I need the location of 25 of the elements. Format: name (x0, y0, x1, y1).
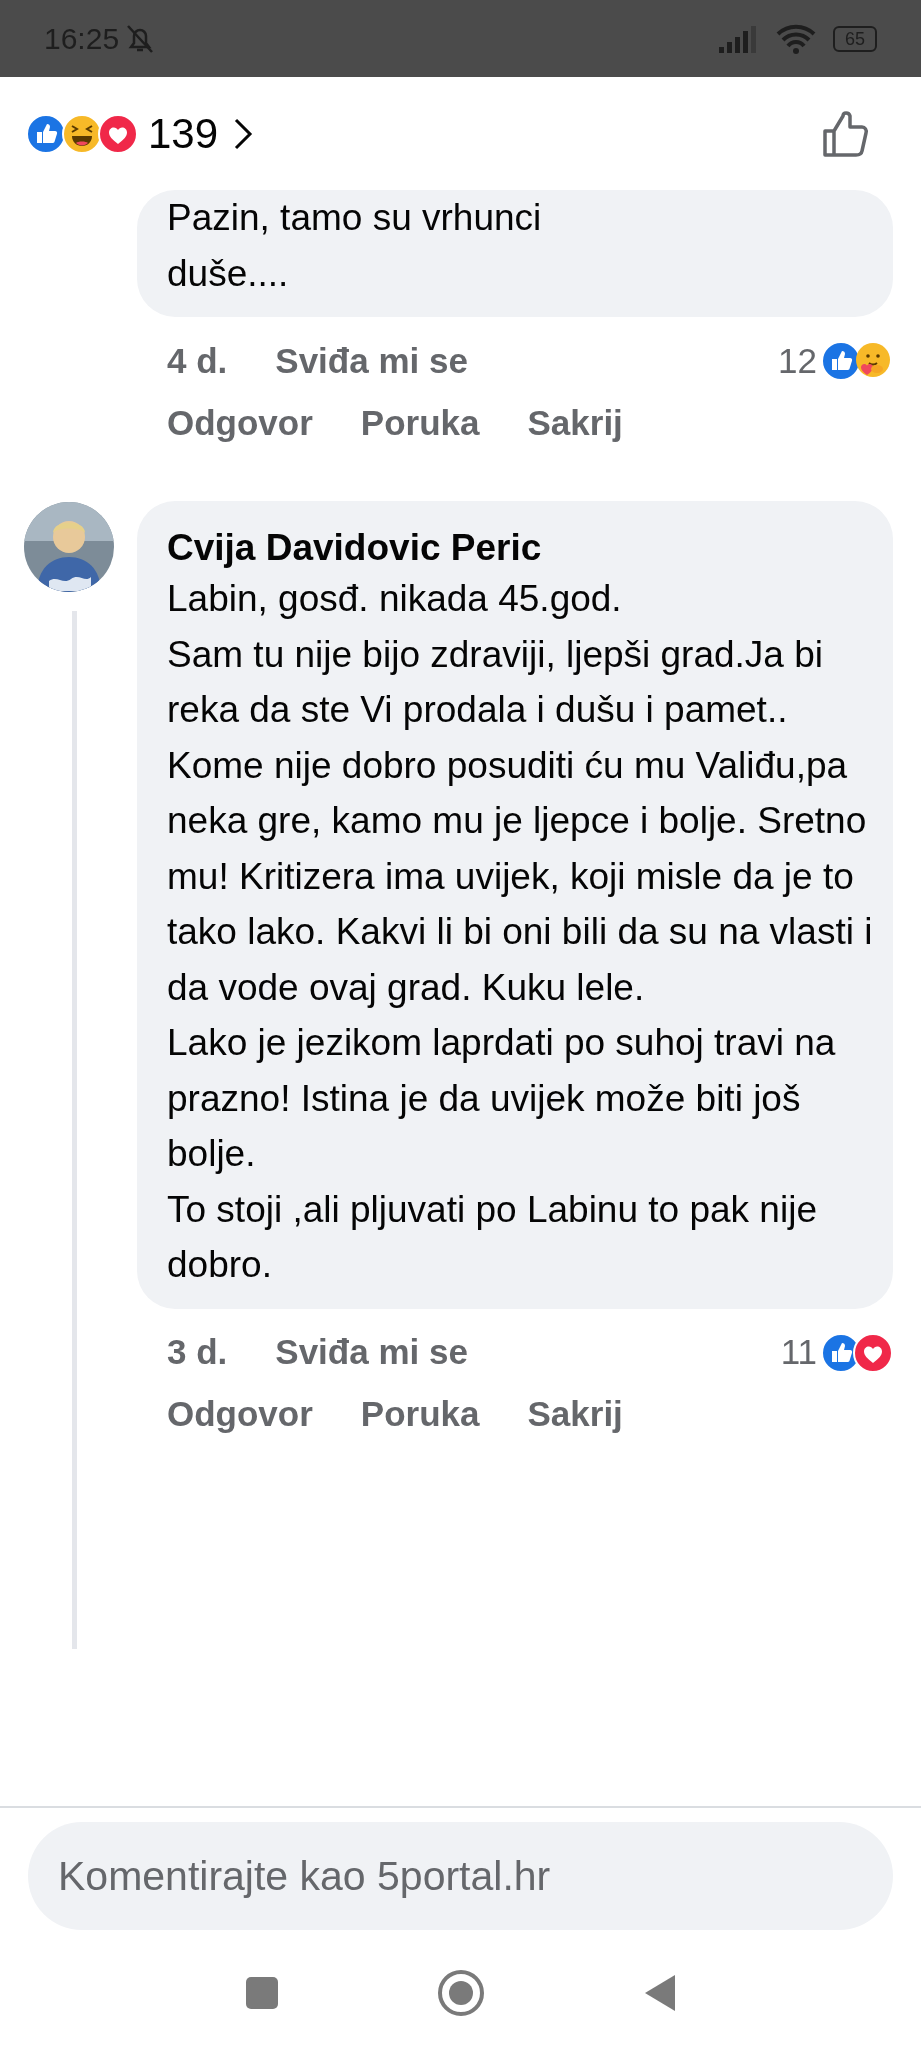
home-icon[interactable] (436, 1969, 485, 2017)
reaction-count: 11 (780, 1331, 817, 1374)
thumbs-up-icon (26, 113, 66, 154)
like-link[interactable]: Sviđa mi se (275, 334, 468, 388)
recent-apps-icon[interactable] (244, 1976, 279, 2010)
thumbs-up-icon[interactable] (821, 108, 871, 159)
wifi-icon (774, 22, 817, 55)
comment-author[interactable]: Cvija Davidovic Peric (167, 525, 887, 571)
comment-action-link[interactable]: Odgovor (167, 396, 313, 450)
chevron-right-icon[interactable] (232, 116, 255, 151)
comment-time: 4 d. (167, 339, 228, 382)
comment-text: Labin, gosđ. nikada 45.god. Sam tu nije bijo zdraviji, ljepši grad.Ja bi reka da ste Vi prodala i dušu i pamet.. Kome nije dobro posuditi ću mu Valiđu,pa neka gre, kamo mu je ljepce i bolje. Sretno mu! Kritizera ima uvijek, koji misle da je to tako lako. Kakvi li bi oni bili da su na vlasti i da vode ovaj grad. Kuku lele. Lako je jezikom laprdati po suhoj travi na prazno! Istina je da uvijek može biti još bolje. To stoji ,ali pljuvati po Labinu to pak nije dobro. (167, 577, 874, 1287)
comment-action-link[interactable]: Odgovor (167, 1388, 313, 1441)
comment-action-link[interactable]: Sakrij (527, 1388, 623, 1441)
comment-input[interactable]: Komentirajte kao 5portal.hr (28, 1822, 893, 1930)
comment-action-link[interactable]: Poruka (360, 1388, 480, 1441)
reaction-total[interactable]: 139 (148, 102, 219, 165)
reaction-count: 12 (778, 339, 817, 382)
comment-text: Pazin, tamo su vrhunci duše.... (167, 196, 543, 296)
laughing-face-icon (62, 113, 102, 154)
comment-action-link[interactable]: Sakrij (527, 396, 623, 450)
comment-action-link[interactable]: Poruka (360, 396, 480, 450)
like-link[interactable]: Sviđa mi se (275, 1326, 468, 1379)
comment-time: 3 d. (167, 1331, 228, 1374)
thumbs-up-icon (821, 341, 861, 381)
